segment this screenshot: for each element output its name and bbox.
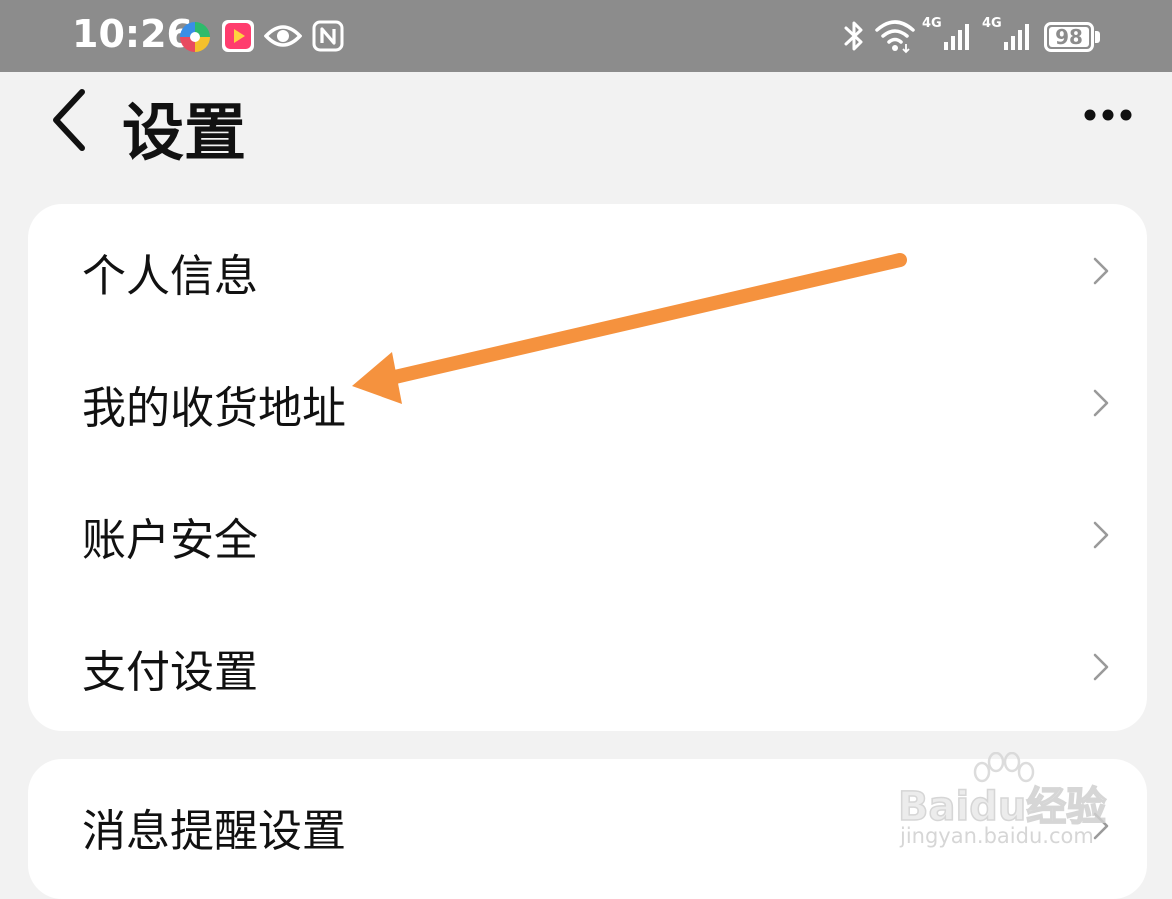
signal-icon: 4G [982, 16, 1034, 54]
chevron-right-icon [1093, 812, 1109, 840]
app-header: 设置 [0, 72, 1172, 182]
nfc-icon [312, 20, 344, 52]
status-time: 10:26 [72, 12, 193, 56]
status-bar: 10:26 4G 4G 98 [0, 0, 1172, 72]
bluetooth-icon [844, 21, 863, 51]
chevron-right-icon [1093, 653, 1109, 681]
settings-item-payment-settings[interactable]: 支付设置 [28, 600, 1147, 732]
battery-icon: 98 [1044, 22, 1094, 52]
settings-item-account-security[interactable]: 账户安全 [28, 468, 1147, 600]
battery-level: 98 [1055, 25, 1083, 49]
more-button[interactable] [1080, 102, 1136, 128]
settings-item-personal-info[interactable]: 个人信息 [28, 204, 1147, 336]
video-app-icon [222, 20, 254, 52]
back-button[interactable] [44, 84, 100, 154]
battery-tip [1095, 31, 1100, 43]
eye-icon [264, 25, 302, 47]
chevron-right-icon [1093, 257, 1109, 285]
settings-item-label: 账户安全 [82, 515, 258, 566]
settings-item-notification-settings[interactable]: 消息提醒设置 [28, 759, 1147, 891]
settings-group-notifications: 消息提醒设置 [28, 759, 1147, 899]
page-title: 设置 [122, 96, 247, 169]
settings-item-label: 消息提醒设置 [82, 806, 346, 857]
settings-item-label: 支付设置 [82, 647, 258, 698]
settings-group-account: 个人信息 我的收货地址 账户安全 支付设置 [28, 204, 1147, 731]
settings-item-label: 个人信息 [82, 251, 258, 302]
signal-icon: 4G [922, 16, 974, 54]
wifi-icon [875, 20, 915, 54]
colorful-app-icon [180, 22, 210, 52]
settings-item-label: 我的收货地址 [82, 383, 346, 434]
settings-item-shipping-address[interactable]: 我的收货地址 [28, 336, 1147, 468]
chevron-right-icon [1093, 521, 1109, 549]
chevron-right-icon [1093, 389, 1109, 417]
